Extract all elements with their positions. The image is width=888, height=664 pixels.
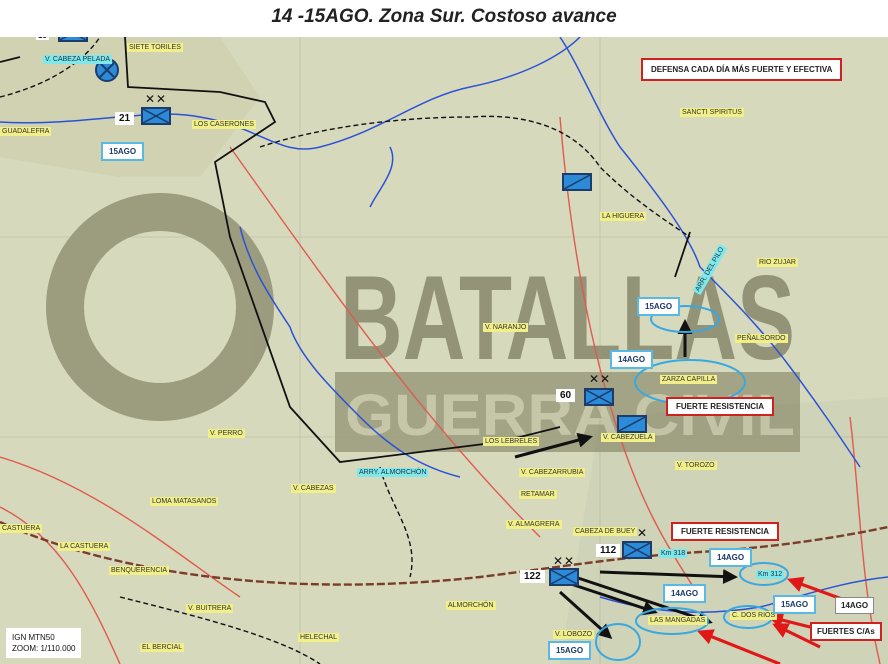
place-label: V. PERRO xyxy=(208,429,245,438)
place-label: PEÑALSORDO xyxy=(735,334,788,343)
date-box: 14AGO xyxy=(610,350,654,369)
place-label: SIETE TORILES xyxy=(127,43,183,52)
place-label: Km 312 xyxy=(756,570,785,579)
division-marker-icon: ✕✕ xyxy=(553,554,576,568)
unit-slash-icon xyxy=(619,417,645,431)
place-label: LA CASTUERA xyxy=(58,542,111,551)
unit-cross-icon xyxy=(551,570,577,584)
date-box: 15AGO xyxy=(101,142,145,161)
map-area[interactable]: BATALLAS GUERRA CIVIL ✕✕ 21 ✕✕ 60 112 ✕✕… xyxy=(0,37,888,664)
unit-cross-icon xyxy=(60,37,86,40)
place-label: RIO ZUJAR xyxy=(757,258,798,267)
place-label: LOS CASERONES xyxy=(192,120,256,129)
date-box: 15AGO xyxy=(773,595,817,614)
place-label: BENQUERENCIA xyxy=(109,566,170,575)
date-box: 14AGO xyxy=(663,584,707,603)
place-label: GUADALEFRA xyxy=(0,127,52,136)
place-label: V. CABEZAS xyxy=(291,484,336,493)
unit-122-icon[interactable] xyxy=(549,568,579,586)
unit-21-icon[interactable] xyxy=(141,107,171,125)
place-label: V. LOBOZO xyxy=(553,630,595,639)
place-label: C. DOS RIOS xyxy=(730,611,778,620)
date-box: 15AGO xyxy=(637,297,681,316)
date-box: 14AGO xyxy=(709,548,753,567)
place-label: V. TOROZO xyxy=(675,461,717,470)
unit-19-icon[interactable] xyxy=(58,37,88,42)
date-box: 14AGO xyxy=(835,597,875,614)
place-label: LOMA MATASANOS xyxy=(150,497,219,506)
unit-cross-icon xyxy=(624,543,650,557)
callout-counterattacks: FUERTES C/As xyxy=(810,622,882,641)
division-marker-icon: ✕✕ xyxy=(145,92,168,106)
place-label: V. CABEZA PELADA xyxy=(43,55,113,64)
place-label: LAS MANGADAS xyxy=(648,616,708,625)
place-label: V. ALMAGRERA xyxy=(506,520,562,529)
unit-60-icon[interactable] xyxy=(584,388,614,406)
map-source-line: IGN MTN50 xyxy=(12,633,55,642)
place-label: RETAMAR xyxy=(519,490,557,499)
callout-defensa: DEFENSA CADA DÍA MÁS FUERTE Y EFECTIVA xyxy=(641,58,843,81)
unit-112-number: 112 xyxy=(596,544,621,557)
place-label: ALMORCHÓN xyxy=(446,601,496,610)
place-label: CASTUERA xyxy=(0,524,43,533)
place-label: V. NARANJO xyxy=(483,323,529,332)
unit-icon[interactable] xyxy=(562,173,592,191)
place-label: SANCTI SPIRITUS xyxy=(680,108,744,117)
unit-19-number: 19 xyxy=(36,37,49,40)
place-label: LOS LEBRELES xyxy=(483,437,540,446)
unit-21-number: 21 xyxy=(115,112,135,125)
unit-icon[interactable] xyxy=(617,415,647,433)
title-bar: 14 -15AGO. Zona Sur. Costoso avance xyxy=(0,0,888,37)
place-label: HELECHAL xyxy=(298,633,339,642)
division-marker-icon: ✕✕ xyxy=(589,372,612,386)
place-label: Km 318 xyxy=(659,549,688,558)
place-label: CABEZA DE BUEY xyxy=(573,527,638,536)
unit-slash-icon xyxy=(564,175,590,189)
date-box: 15AGO xyxy=(548,641,592,660)
place-label: EL BERCIAL xyxy=(140,643,185,652)
place-label: LA HIGUERA xyxy=(600,212,647,221)
callout-resistencia: FUERTE RESISTENCIA xyxy=(671,522,780,541)
callout-resistencia: FUERTE RESISTENCIA xyxy=(666,397,775,416)
unit-122-number: 122 xyxy=(520,570,545,583)
place-label: ZARZA CAPILLA xyxy=(660,375,718,384)
place-label: ARRY. ALMORCHÓN xyxy=(357,468,429,477)
map-title: 14 -15AGO. Zona Sur. Costoso avance xyxy=(271,6,617,27)
map-scale: ZOOM: 1/110.000 xyxy=(12,644,76,653)
place-label: V. CABEZUELA xyxy=(601,433,655,442)
unit-cross-icon xyxy=(586,390,612,404)
place-label: V. BUITRERA xyxy=(186,604,234,613)
unit-cross-icon xyxy=(143,109,169,123)
map-source: IGN MTN50 ZOOM: 1/110.000 xyxy=(6,628,82,658)
unit-60-number: 60 xyxy=(556,389,576,402)
unit-112-icon[interactable] xyxy=(622,541,652,559)
place-label: V. CABEZARRUBIA xyxy=(519,468,586,477)
